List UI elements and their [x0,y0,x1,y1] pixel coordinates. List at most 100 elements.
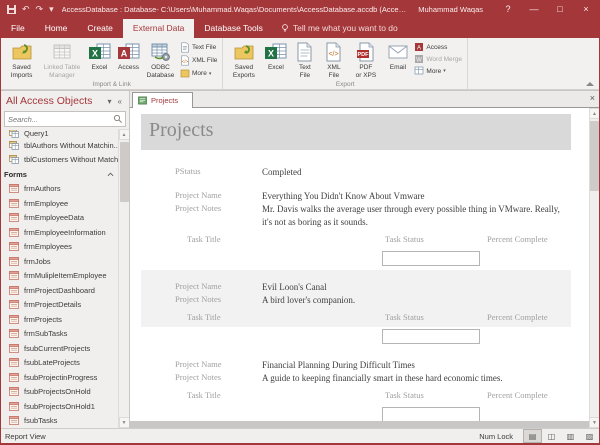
tab-database-tools[interactable]: Database Tools [194,19,272,38]
close-document-icon[interactable]: × [590,93,595,103]
linked-table-manager-button[interactable]: Linked Table Manager [39,40,85,80]
sidebar-item[interactable]: frmProjects [1,312,118,327]
export-group: Saved Exports X Excel Text File </> XML … [223,38,469,89]
tab-home[interactable]: Home [35,19,78,38]
project-notes-value: A bird lover's companion. [262,295,356,305]
sidebar-item[interactable]: Forms [1,167,118,182]
sidebar-item[interactable]: frmMulipleItemEmployee [1,269,118,284]
export-xml-file-button[interactable]: </> XML File [319,40,348,80]
collapse-ribbon-icon[interactable] [586,82,594,86]
task-status-input[interactable] [382,329,480,344]
excel-icon: X [88,43,110,59]
task-status-header: Task Status [385,390,424,400]
scroll-down-icon[interactable]: ▼ [118,417,129,428]
sidebar-item[interactable]: fsubProjectinProgress [1,370,118,385]
sidebar-item[interactable]: frmEmployees [1,240,118,255]
section-collapse-icon[interactable] [107,171,114,178]
tab-projects-report[interactable]: Projects [132,92,194,108]
tab-file[interactable]: File [1,19,35,38]
more-icon [180,69,190,78]
sidebar-item-label: frmMulipleItemEmployee [24,271,107,281]
import-access-button[interactable]: A Access [114,40,143,72]
undo-icon[interactable]: ↶ [22,4,30,14]
sidebar-item[interactable]: tblAuthors Without Matchin... [1,138,118,153]
text-file-icon [297,42,312,62]
sidebar-item[interactable]: fsubCurrentProjects [1,341,118,356]
import-more-button[interactable]: More ▾ [180,68,217,79]
sidebar-item[interactable]: frmEmployee [1,196,118,211]
tell-me-box[interactable]: Tell me what you want to do [273,19,406,38]
search-input[interactable] [5,114,113,124]
access-small-icon: A [415,43,424,52]
form-icon [9,358,19,368]
shutter-close-icon[interactable]: « [115,97,125,106]
sidebar-scrollbar[interactable]: ▲ ▼ [118,129,129,428]
form-icon [9,300,19,310]
nav-menu-dropdown-icon[interactable]: ▾ [105,97,115,106]
sidebar-item[interactable]: frmEmployeeData [1,211,118,226]
sidebar-item[interactable]: frmSubTasks [1,327,118,342]
help-button[interactable]: ? [495,4,521,14]
import-xml-file-button[interactable]: </> XML File [180,55,217,66]
layout-view-button[interactable]: ▥ [561,429,580,443]
percent-complete-header: Percent Complete [487,390,548,400]
tab-external-data[interactable]: External Data [122,19,195,38]
scroll-down-icon[interactable]: ▼ [589,417,599,428]
form-icon [9,271,19,281]
project-name-label: Project Name [175,359,222,369]
sidebar-item[interactable]: frmJobs [1,254,118,269]
export-more-button[interactable]: More ▾ [414,66,462,76]
task-status-input[interactable] [382,407,480,422]
minimize-button[interactable]: — [521,4,547,14]
saved-exports-button[interactable]: Saved Exports [226,40,261,80]
export-excel-button[interactable]: X Excel [261,40,290,72]
import-text-file-button[interactable]: Text File [180,42,217,53]
report-view-button[interactable]: ▤ [523,429,542,443]
sidebar-item[interactable]: frmProjectDashboard [1,283,118,298]
query-icon [9,140,19,150]
customize-qat-icon[interactable]: ▾ [49,4,54,14]
import-link-group: Saved Imports Linked Table Manager X Exc… [1,38,224,89]
redo-icon[interactable]: ↷ [36,4,44,14]
tab-create[interactable]: Create [77,19,123,38]
scroll-up-icon[interactable]: ▲ [118,129,129,140]
sidebar-item[interactable]: fsubTasks [1,414,118,429]
scroll-up-icon[interactable]: ▲ [589,108,599,119]
export-text-file-label: Text File [298,64,311,80]
import-excel-button[interactable]: X Excel [85,40,114,72]
task-status-input[interactable] [382,251,480,266]
sidebar-item[interactable]: fsubLateProjects [1,356,118,371]
text-file-icon [181,42,189,53]
export-access-button[interactable]: A Access [414,42,462,52]
export-text-file-button[interactable]: Text File [290,40,319,80]
close-button[interactable]: × [573,4,599,14]
sidebar-item-label: fsubCurrentProjects [24,343,91,353]
signed-in-user[interactable]: Muhammad Waqas [406,5,495,14]
form-icon [9,416,19,426]
sidebar-item-label: fsubProjectsOnHold1 [24,401,95,411]
svg-text:PDF: PDF [357,52,369,58]
save-icon[interactable] [7,4,16,14]
sidebar-item[interactable]: fsubProjectsOnHold [1,385,118,400]
report-view: Projects PStatus Completed Project Name … [130,108,589,428]
report-scrollbar[interactable]: ▲ ▼ [589,108,599,428]
export-xml-file-label: XML File [327,64,341,80]
sidebar-item[interactable]: tblCustomers Without Match... [1,153,118,168]
print-preview-button[interactable]: ◫ [542,429,561,443]
design-view-button[interactable]: ▨ [580,429,599,443]
sidebar-item[interactable]: Query1 [1,130,118,138]
import-more-label: More [192,70,207,77]
horizontal-scrollbar[interactable] [130,421,589,428]
form-icon [9,343,19,353]
sidebar-item[interactable]: frmEmployeeInformation [1,225,118,240]
pdf-or-xps-button[interactable]: PDF PDF or XPS [348,40,383,80]
sidebar-item[interactable]: frmAuthors [1,182,118,197]
odbc-database-button[interactable]: ODBC Database [143,40,178,80]
sidebar-item[interactable]: frmProjectDetails [1,298,118,313]
saved-imports-button[interactable]: Saved Imports [4,40,39,80]
sidebar-item[interactable]: fsubProjectsOnHold1 [1,399,118,414]
ribbon: Saved Imports Linked Table Manager X Exc… [1,38,599,90]
email-button[interactable]: Email [383,40,412,72]
maximize-button[interactable]: □ [547,4,573,14]
word-merge-button[interactable]: W Word Merge [414,54,462,64]
